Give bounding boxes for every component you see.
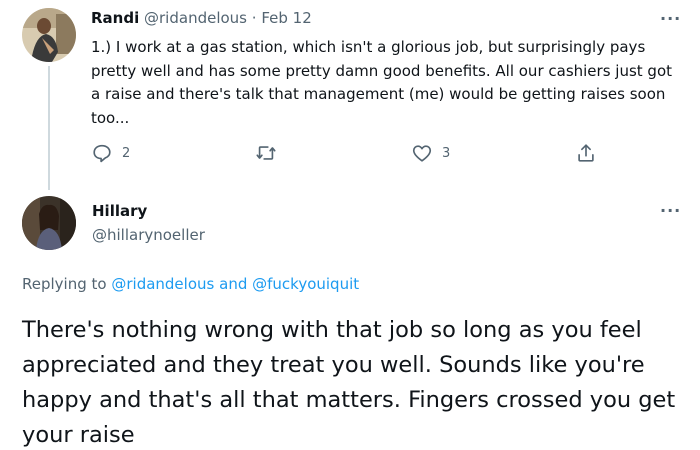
share-icon <box>578 144 594 162</box>
separator-dot: · <box>251 9 257 27</box>
tweet-date[interactable]: Feb 12 <box>261 9 311 27</box>
replying-to-line: Replying to @ridandelous and @fuckyouiqu… <box>22 275 359 293</box>
tweet-text: 1.) I work at a gas station, which isn't… <box>91 38 673 127</box>
replying-prefix: Replying to <box>22 275 107 293</box>
retweet-button[interactable] <box>255 142 277 164</box>
author-name[interactable]: Hillary <box>92 202 147 220</box>
heart-icon <box>412 145 432 162</box>
avatar-randi[interactable] <box>22 8 76 62</box>
thread-line <box>48 66 50 190</box>
replying-and[interactable]: and <box>219 275 247 293</box>
tweet-header: Randi @ridandelous · Feb 12 <box>91 9 312 27</box>
author-name[interactable]: Randi <box>91 9 139 27</box>
author-handle[interactable]: @hillarynoeller <box>92 226 205 244</box>
replying-to-link-2[interactable]: @fuckyouiquit <box>252 275 359 293</box>
tweet-text: There's nothing wrong with that job so l… <box>22 317 676 448</box>
share-button[interactable] <box>575 142 597 164</box>
author-handle[interactable]: @ridandelous <box>144 9 247 27</box>
comment-icon <box>93 144 111 163</box>
retweet-icon <box>256 146 276 160</box>
like-button[interactable]: 3 <box>411 142 450 164</box>
more-options-icon[interactable]: ··· <box>660 203 681 219</box>
tweet-actions: 2 3 <box>91 142 611 170</box>
more-options-icon[interactable]: ··· <box>660 11 681 27</box>
like-count: 3 <box>442 145 451 161</box>
replying-to-link-1[interactable]: @ridandelous <box>111 275 214 293</box>
reply-count: 2 <box>122 145 131 161</box>
reply-button[interactable]: 2 <box>91 142 130 164</box>
avatar-hillary[interactable] <box>22 196 76 250</box>
